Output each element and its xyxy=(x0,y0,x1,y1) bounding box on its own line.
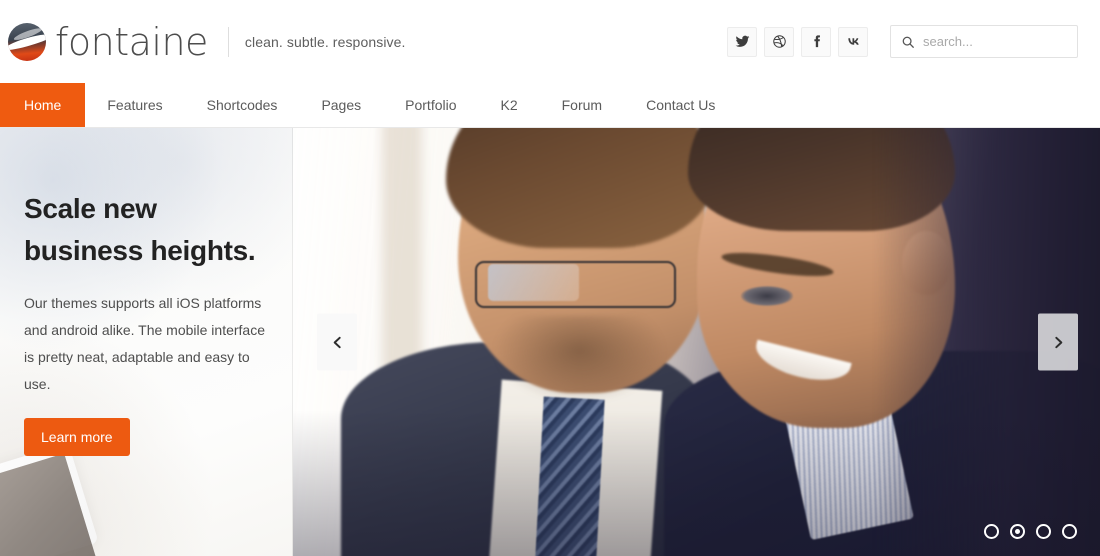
nav-item-features[interactable]: Features xyxy=(85,83,184,127)
photo-man-left-hair xyxy=(446,128,713,248)
facebook-icon[interactable] xyxy=(801,26,831,57)
twitter-icon[interactable] xyxy=(727,26,757,57)
learn-more-button[interactable]: Learn more xyxy=(24,418,130,456)
tagline: clean. subtle. responsive. xyxy=(244,33,406,50)
fontaine-circle-logo-icon xyxy=(8,22,46,61)
search-input[interactable] xyxy=(923,34,1067,49)
photo-bottom-shade xyxy=(293,410,1100,556)
header-right xyxy=(727,25,1078,58)
laptop-decoration xyxy=(0,442,99,556)
nav-item-portfolio[interactable]: Portfolio xyxy=(383,83,478,127)
nav-item-shortcodes[interactable]: Shortcodes xyxy=(185,83,300,127)
photo-man-left-glasses xyxy=(474,260,677,308)
photo-man-right-eye xyxy=(740,286,794,306)
chevron-right-icon xyxy=(1051,331,1066,353)
photo-man-left-beard xyxy=(494,316,665,402)
nav-item-pages[interactable]: Pages xyxy=(299,83,383,127)
site-header: fontaine clean. subtle. responsive. xyxy=(0,0,1100,83)
nav-item-k2[interactable]: K2 xyxy=(479,83,540,127)
nav-item-forum[interactable]: Forum xyxy=(540,83,624,127)
page-root: fontaine clean. subtle. responsive. sear… xyxy=(0,0,1100,556)
slider-dot-3[interactable] xyxy=(1036,524,1051,539)
hero-slider: Scale new business heights. Our themes s… xyxy=(0,128,1100,556)
tagline-divider xyxy=(227,26,229,57)
main-navigation: Home Features Shortcodes Pages Portfolio… xyxy=(0,83,1100,128)
vk-icon[interactable] xyxy=(838,26,868,57)
chevron-left-icon xyxy=(330,331,345,353)
slider-next-button[interactable] xyxy=(1038,313,1078,371)
slider-dot-2[interactable] xyxy=(1010,524,1025,539)
slider-prev-button[interactable] xyxy=(317,313,357,371)
nav-item-home[interactable]: Home xyxy=(0,83,86,127)
slider-pagination xyxy=(984,524,1077,539)
hero-photo xyxy=(293,128,1100,556)
hero-title: Scale new business heights. xyxy=(24,193,256,266)
logo-text: fontaine xyxy=(55,19,208,64)
social-links xyxy=(727,26,868,57)
search-box[interactable] xyxy=(890,25,1078,58)
hero-copy: Scale new business heights. Our themes s… xyxy=(24,188,276,456)
hero-description: Our themes supports all iOS platforms an… xyxy=(24,295,266,392)
nav-item-contact-us[interactable]: Contact Us xyxy=(624,83,737,127)
slider-dot-1[interactable] xyxy=(984,524,999,539)
brand[interactable]: fontaine xyxy=(8,19,208,64)
search-icon xyxy=(901,35,915,49)
dribbble-icon[interactable] xyxy=(764,26,794,57)
slider-dot-4[interactable] xyxy=(1062,524,1077,539)
